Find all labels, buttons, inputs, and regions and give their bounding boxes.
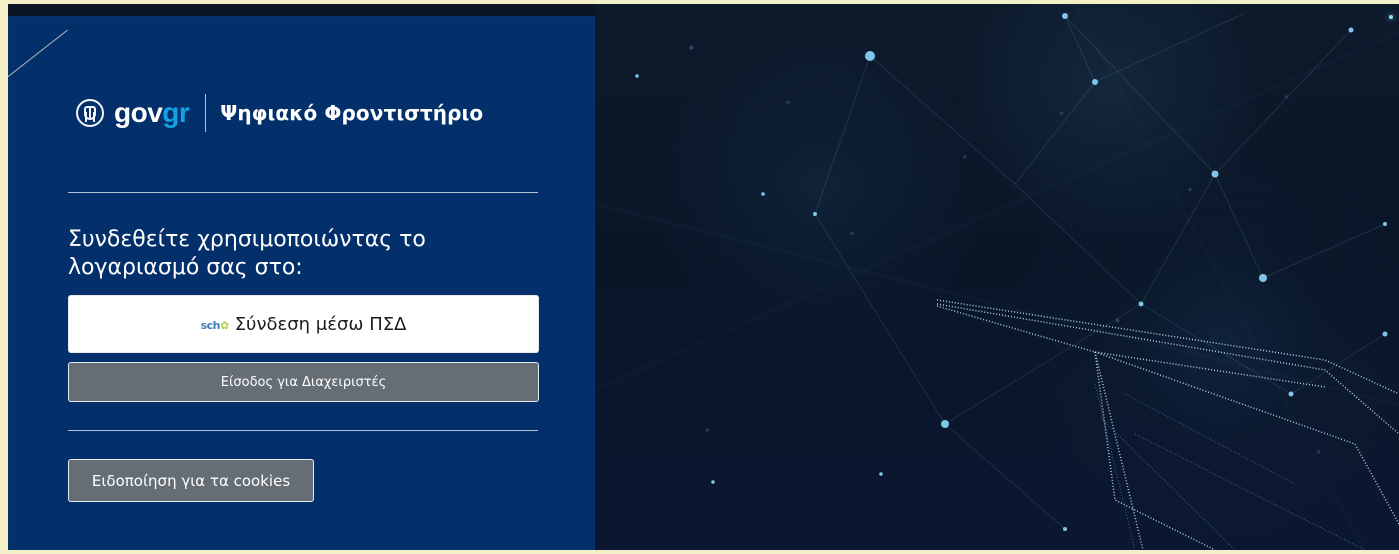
- top-divider: [68, 192, 538, 193]
- brand-gr-text: gr: [162, 97, 190, 128]
- bottom-divider: [68, 430, 538, 431]
- brand-title: Ψηφιακό Φροντιστήριο: [220, 101, 484, 125]
- brand-logo: govgr: [114, 97, 190, 128]
- admin-login-button[interactable]: Είσοδος για Διαχειριστές: [68, 362, 539, 402]
- cookies-notice-button[interactable]: Ειδοποίηση για τα cookies: [68, 459, 314, 502]
- sch-logo-text: sch: [200, 318, 221, 332]
- psd-login-button[interactable]: sch✿ Σύνδεση μέσω ΠΣΔ: [68, 295, 539, 353]
- login-panel: govgr Ψηφιακό Φροντιστήριο Συνδεθείτε χρ…: [8, 16, 595, 550]
- corner-glow-dot: [1389, 15, 1393, 19]
- brand-gov-text: gov: [114, 97, 163, 128]
- login-page: govgr Ψηφιακό Φροντιστήριο Συνδεθείτε χρ…: [8, 4, 1399, 550]
- brand-header: govgr Ψηφιακό Φροντιστήριο: [76, 94, 483, 132]
- login-prompt: Συνδεθείτε χρησιμοποιώντας το λογαριασμό…: [68, 227, 426, 280]
- psd-login-label: Σύνδεση μέσω ΠΣΔ: [234, 313, 407, 335]
- greek-emblem-icon: [76, 99, 104, 127]
- brand-separator: [205, 94, 207, 132]
- sch-logo-icon: sch✿: [200, 318, 230, 332]
- hero-background: [595, 4, 1399, 550]
- network-graphic: [635, 13, 1399, 550]
